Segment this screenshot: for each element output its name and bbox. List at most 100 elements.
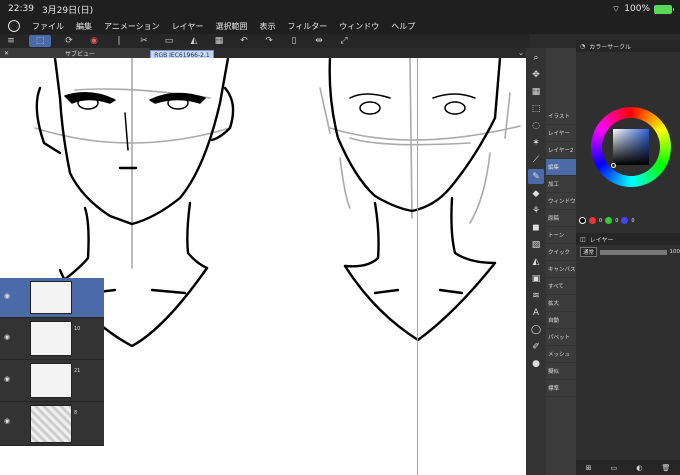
layer-thumbnail — [30, 363, 72, 398]
saturation-value-square[interactable] — [613, 129, 649, 165]
fill-tool-icon[interactable]: ◼ — [528, 220, 544, 235]
correction-tool-icon[interactable]: ✐ — [528, 339, 544, 354]
rotate-icon[interactable]: ⟳ — [62, 35, 76, 47]
select-tool-icon[interactable]: ⬚ — [29, 35, 51, 47]
open-folder-icon[interactable]: ▭ — [162, 35, 176, 47]
subview-tab[interactable]: ✕ サブビュー — [0, 48, 150, 58]
grid-icon[interactable]: ▦ — [212, 35, 226, 47]
layer-row-3[interactable]: ◉ 21 — [0, 360, 104, 402]
subtool-14[interactable]: メッシュ — [546, 346, 576, 363]
layers-icon: ◫ — [580, 235, 586, 243]
menu-file[interactable]: ファイル — [32, 21, 64, 32]
menu-selection[interactable]: 選択範囲 — [215, 21, 247, 32]
color-picker-handle[interactable] — [611, 163, 616, 168]
balloon-tool-icon[interactable]: ◯ — [528, 322, 544, 337]
menu-help[interactable]: ヘルプ — [391, 21, 415, 32]
subtool-6[interactable]: 原稿 — [546, 210, 576, 227]
wifi-icon: ⌔ — [611, 4, 621, 15]
divider: | — [117, 36, 121, 46]
cut-icon[interactable]: ✂ — [137, 35, 151, 47]
eyedropper-icon[interactable]: ⟋ — [528, 152, 544, 167]
layer-color-icon[interactable]: ◉ — [87, 35, 101, 47]
figure-tool-icon[interactable]: ◭ — [528, 254, 544, 269]
ruler-tool-icon[interactable]: ≋ — [528, 288, 544, 303]
menu-edit[interactable]: 編集 — [76, 21, 92, 32]
undo-icon[interactable]: ↶ — [237, 35, 251, 47]
hamburger-icon[interactable]: ≡ — [4, 35, 18, 47]
tab-close-icon[interactable]: ✕ — [4, 50, 9, 57]
lasso-tool-icon[interactable]: ◌ — [528, 118, 544, 133]
delete-icon[interactable]: 🗑 — [662, 464, 671, 472]
eye-icon[interactable]: ◉ — [4, 375, 10, 383]
flip-horizontal-icon[interactable]: ⇹ — [312, 35, 326, 47]
blue-value: 0 — [631, 217, 635, 224]
color-panel-title: カラーサークル — [589, 43, 631, 51]
menu-bar: ファイル 編集 アニメーション レイヤー 選択範囲 表示 フィルター ウィンドウ… — [0, 18, 680, 34]
subtool-1[interactable]: レイヤー — [546, 125, 576, 142]
eye-icon[interactable]: ◉ — [4, 333, 10, 341]
menu-filter[interactable]: フィルター — [287, 21, 327, 32]
mask-icon[interactable]: ◐ — [636, 464, 642, 472]
layer-thumbnail — [30, 321, 72, 356]
blue-dot-icon — [621, 217, 629, 224]
auto-select-icon[interactable]: ✶ — [528, 135, 544, 150]
menu-window[interactable]: ウィンドウ — [339, 21, 379, 32]
perspective-guide-line — [417, 58, 418, 475]
layer-thumbnail — [30, 405, 72, 443]
subtool-8[interactable]: クイック — [546, 244, 576, 261]
folder-icon[interactable]: ▭ — [611, 464, 618, 472]
opacity-slider[interactable] — [600, 249, 667, 255]
status-right: ⌔ 100% — [611, 4, 674, 15]
layer-number: 21 — [74, 368, 81, 374]
green-dot-icon — [605, 217, 613, 224]
menu-view[interactable]: 表示 — [259, 21, 275, 32]
eye-icon[interactable]: ◉ — [4, 417, 10, 425]
pen-tool-icon[interactable]: ✎ — [528, 169, 544, 184]
move-tool-icon[interactable]: ✥ — [528, 67, 544, 82]
layer-controls: 通常 100 — [576, 245, 680, 259]
document-icon[interactable]: ▯ — [287, 35, 301, 47]
layer-panel-header: ◫ レイヤー — [576, 233, 680, 245]
subtool-16[interactable]: 標準 — [546, 380, 576, 397]
blend-mode-select[interactable]: 通常 — [580, 247, 598, 257]
subtool-7[interactable]: トーン — [546, 227, 576, 244]
fill-icon[interactable]: ◭ — [187, 35, 201, 47]
gradient-tool-icon[interactable]: ▨ — [528, 237, 544, 252]
operation-tool-icon[interactable]: ▦ — [528, 84, 544, 99]
layer-row-2[interactable]: ◉ 10 — [0, 318, 104, 360]
main-color-swatch[interactable] — [579, 217, 586, 224]
app-logo-icon[interactable] — [8, 20, 20, 32]
subtool-12[interactable]: 自動 — [546, 312, 576, 329]
layer-panel: ◫ レイヤー — [576, 233, 680, 475]
zoom-tool-icon[interactable]: ⌕ — [528, 50, 544, 65]
color-values: 0 0 0 — [579, 217, 635, 224]
layer-row-1[interactable]: ◉ — [0, 278, 104, 318]
subtool-11[interactable]: 拡大 — [546, 295, 576, 312]
foreground-color-icon[interactable]: ● — [528, 356, 544, 371]
frame-tool-icon[interactable]: ▣ — [528, 271, 544, 286]
subtool-0[interactable]: イラスト — [546, 108, 576, 125]
redo-icon[interactable]: ↷ — [262, 35, 276, 47]
opacity-value[interactable]: 100 — [670, 249, 680, 255]
eraser-tool-icon[interactable]: ◆ — [528, 186, 544, 201]
subtool-3[interactable]: 編集 — [546, 159, 576, 176]
red-dot-icon — [589, 217, 596, 224]
color-circle[interactable]: 0 0 0 — [576, 52, 680, 224]
subtool-4[interactable]: 加工 — [546, 176, 576, 193]
layer-row-4[interactable]: ◉ 8 — [0, 402, 104, 446]
eye-icon[interactable]: ◉ — [4, 292, 10, 300]
selection-tool-icon[interactable]: ⬚ — [528, 101, 544, 116]
subtool-13[interactable]: パペット — [546, 329, 576, 346]
decoration-tool-icon[interactable]: ⚘ — [528, 203, 544, 218]
new-layer-icon[interactable]: ⊞ — [586, 464, 592, 472]
menu-animation[interactable]: アニメーション — [104, 21, 160, 32]
text-tool-icon[interactable]: A — [528, 305, 544, 320]
export-icon[interactable]: ⤢ — [337, 35, 351, 47]
subtool-10[interactable]: すべて — [546, 278, 576, 295]
subtool-panel: イラスト レイヤー レイヤー2 編集 加工 ウィンドウ 原稿 トーン クイック … — [546, 48, 576, 475]
subtool-9[interactable]: キャンバス — [546, 261, 576, 278]
subtool-15[interactable]: 擬似 — [546, 363, 576, 380]
subtool-5[interactable]: ウィンドウ — [546, 193, 576, 210]
menu-layer[interactable]: レイヤー — [172, 21, 204, 32]
subtool-2[interactable]: レイヤー2 — [546, 142, 576, 159]
